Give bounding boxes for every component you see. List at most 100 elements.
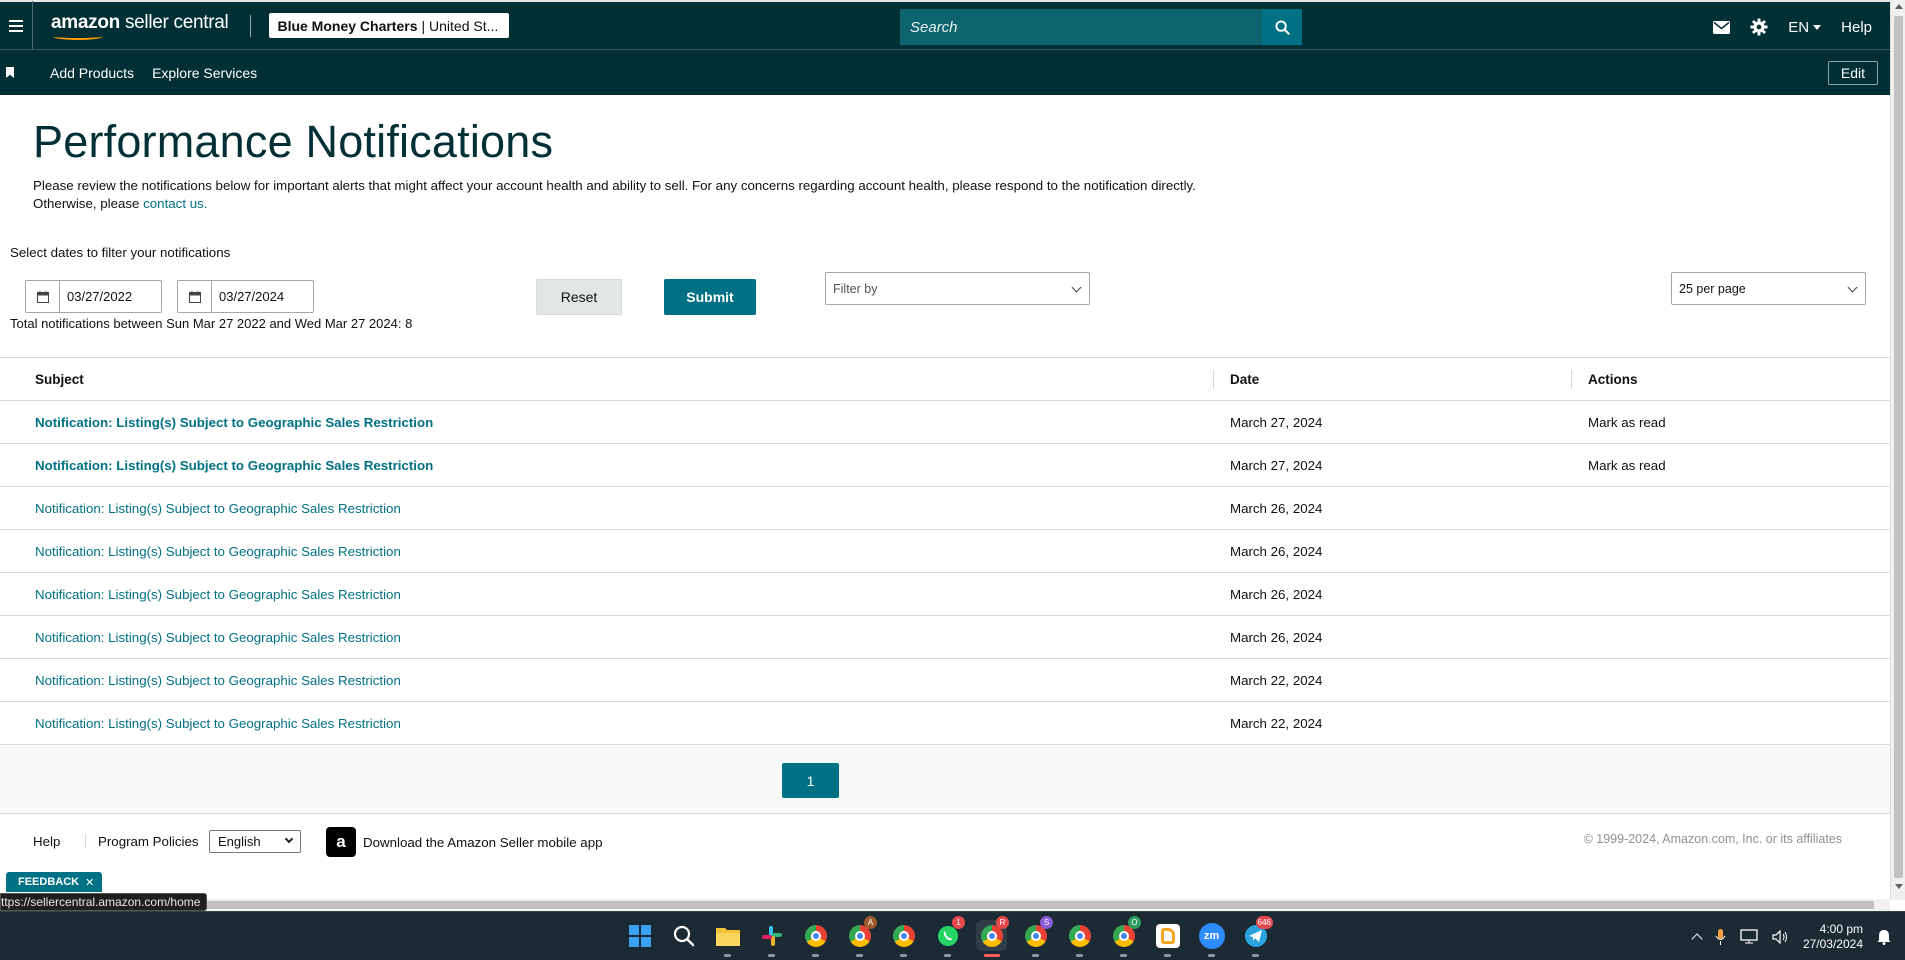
notification-subject-link[interactable]: Notification: Listing(s) Subject to Geog… xyxy=(35,544,401,559)
mark-as-read-link[interactable]: Mark as read xyxy=(1588,458,1666,473)
calendar-icon[interactable] xyxy=(26,281,60,312)
total-notifications-text: Total notifications between Sun Mar 27 2… xyxy=(10,316,413,331)
notification-subject-link[interactable]: Notification: Listing(s) Subject to Geog… xyxy=(35,587,401,602)
reset-button[interactable]: Reset xyxy=(536,279,622,315)
top-navigation-bar: amazon seller central Blue Money Charter… xyxy=(0,0,1890,52)
account-switcher[interactable]: Blue Money Charters | United St... xyxy=(269,13,510,38)
search-input[interactable] xyxy=(900,9,1262,45)
mobile-app-link[interactable]: a Download the Amazon Seller mobile app xyxy=(326,827,603,857)
notification-date: March 26, 2024 xyxy=(1230,586,1323,602)
windows-start-icon[interactable] xyxy=(624,920,655,951)
seller-central-logo[interactable]: amazon seller central xyxy=(51,11,229,40)
clock[interactable]: 4:00 pm 27/03/2024 xyxy=(1803,922,1863,952)
chrome-icon-3[interactable] xyxy=(1064,920,1095,957)
taskbar-apps: A 1 R S Ozm 646 xyxy=(624,916,1273,957)
top-right-controls: EN Help xyxy=(1713,2,1872,52)
table-header-row: Subject Date Actions xyxy=(0,358,1890,401)
running-indicator xyxy=(856,954,863,957)
notification-badge: A xyxy=(864,916,877,929)
scrollbar-thumb[interactable] xyxy=(14,901,1874,909)
system-tray: 4:00 pm 27/03/2024 xyxy=(1691,912,1891,960)
filter-by-placeholder: Filter by xyxy=(833,281,878,296)
notification-date: March 22, 2024 xyxy=(1230,715,1323,731)
language-selector[interactable]: EN xyxy=(1788,18,1822,36)
notification-subject-link[interactable]: Notification: Listing(s) Subject to Geog… xyxy=(35,716,401,731)
mail-icon[interactable] xyxy=(1713,20,1731,34)
running-indicator xyxy=(944,954,951,957)
filter-by-select[interactable]: Filter by xyxy=(825,272,1090,305)
search-icon[interactable] xyxy=(668,920,699,951)
global-search xyxy=(900,9,1302,45)
copyright-text: © 1999-2024, Amazon.com, Inc. or its aff… xyxy=(1583,832,1842,846)
hamburger-menu-icon[interactable] xyxy=(0,0,33,51)
caret-down-icon xyxy=(1813,24,1822,30)
scrollbar-thumb[interactable] xyxy=(1894,16,1903,878)
chrome-profile-o-icon[interactable]: O xyxy=(1108,916,1141,957)
horizontal-scrollbar[interactable] xyxy=(0,899,1890,911)
logo-brand: amazon xyxy=(51,11,120,33)
nav-explore-services[interactable]: Explore Services xyxy=(152,65,257,81)
chevron-down-icon xyxy=(1847,282,1858,293)
header-date[interactable]: Date xyxy=(1230,372,1259,387)
page-1-button[interactable]: 1 xyxy=(782,763,839,798)
column-divider xyxy=(1213,370,1214,389)
telegram-icon[interactable]: 646 xyxy=(1240,916,1273,957)
network-icon[interactable] xyxy=(1740,929,1758,944)
chevron-up-icon[interactable] xyxy=(1691,932,1703,945)
microphone-icon[interactable] xyxy=(1715,928,1726,945)
search-button[interactable] xyxy=(1262,9,1302,45)
start-date-field[interactable]: 03/27/2022 xyxy=(25,280,162,313)
chrome-icon-2[interactable] xyxy=(888,920,919,957)
footer-language-select[interactable]: English xyxy=(209,830,301,853)
notification-bell-icon[interactable] xyxy=(1877,929,1891,945)
clock-time: 4:00 pm xyxy=(1819,921,1863,936)
notification-subject-link[interactable]: Notification: Listing(s) Subject to Geog… xyxy=(35,415,433,430)
chevron-down-icon xyxy=(284,834,294,844)
header-subject[interactable]: Subject xyxy=(35,372,84,387)
running-indicator xyxy=(724,954,731,957)
nav-add-products[interactable]: Add Products xyxy=(50,65,134,81)
chrome-icon[interactable] xyxy=(800,920,831,957)
volume-icon[interactable] xyxy=(1772,929,1789,944)
calendar-icon[interactable] xyxy=(178,281,212,312)
pagination: 1 xyxy=(0,744,1890,814)
logo-product: seller central xyxy=(124,11,229,33)
zoom-icon[interactable]: zm xyxy=(1196,920,1227,957)
notification-subject-link[interactable]: Notification: Listing(s) Subject to Geog… xyxy=(35,630,401,645)
file-explorer-icon[interactable] xyxy=(712,920,743,957)
scroll-down-arrow-icon[interactable] xyxy=(1895,884,1903,889)
notification-subject-link[interactable]: Notification: Listing(s) Subject to Geog… xyxy=(35,673,401,688)
table-row: Notification: Listing(s) Subject to Geog… xyxy=(0,702,1890,745)
language-label: EN xyxy=(1788,18,1810,36)
scroll-up-arrow-icon[interactable] xyxy=(1895,4,1903,9)
rakuten-icon[interactable] xyxy=(1152,920,1183,957)
end-date-field[interactable]: 03/27/2024 xyxy=(177,280,314,313)
table-body: Notification: Listing(s) Subject to Geog… xyxy=(0,401,1890,745)
feedback-tab[interactable]: FEEDBACK ✕ xyxy=(6,872,103,892)
notification-subject-link[interactable]: Notification: Listing(s) Subject to Geog… xyxy=(35,501,401,516)
submit-button[interactable]: Submit xyxy=(664,279,756,315)
footer-help-link[interactable]: Help xyxy=(33,834,60,849)
contact-us-link[interactable]: contact us. xyxy=(143,196,207,211)
edit-button[interactable]: Edit xyxy=(1827,61,1878,85)
running-indicator xyxy=(1252,954,1259,957)
per-page-select[interactable]: 25 per page xyxy=(1671,272,1866,305)
whatsapp-icon[interactable]: 1 xyxy=(932,916,965,957)
close-icon[interactable]: ✕ xyxy=(85,876,94,889)
chrome-profile-a-icon[interactable]: A xyxy=(844,916,877,957)
slack-icon[interactable] xyxy=(756,920,787,957)
footer-program-policies-link[interactable]: Program Policies xyxy=(85,834,199,849)
help-link[interactable]: Help xyxy=(1841,19,1872,36)
chrome-profile-s-icon[interactable]: S xyxy=(1020,916,1053,957)
vertical-scrollbar[interactable] xyxy=(1890,0,1905,900)
mark-as-read-link[interactable]: Mark as read xyxy=(1588,415,1666,430)
notification-subject-link[interactable]: Notification: Listing(s) Subject to Geog… xyxy=(35,458,433,473)
running-indicator xyxy=(1032,954,1039,957)
running-indicator xyxy=(1076,954,1083,957)
gear-icon[interactable] xyxy=(1750,18,1768,36)
bookmark-icon[interactable] xyxy=(6,67,14,78)
running-indicator xyxy=(1120,954,1127,957)
chrome-profile-r-icon[interactable]: R xyxy=(976,916,1009,957)
secondary-navigation-bar: Add Products Explore Services Edit xyxy=(0,50,1890,95)
running-indicator xyxy=(900,954,907,957)
